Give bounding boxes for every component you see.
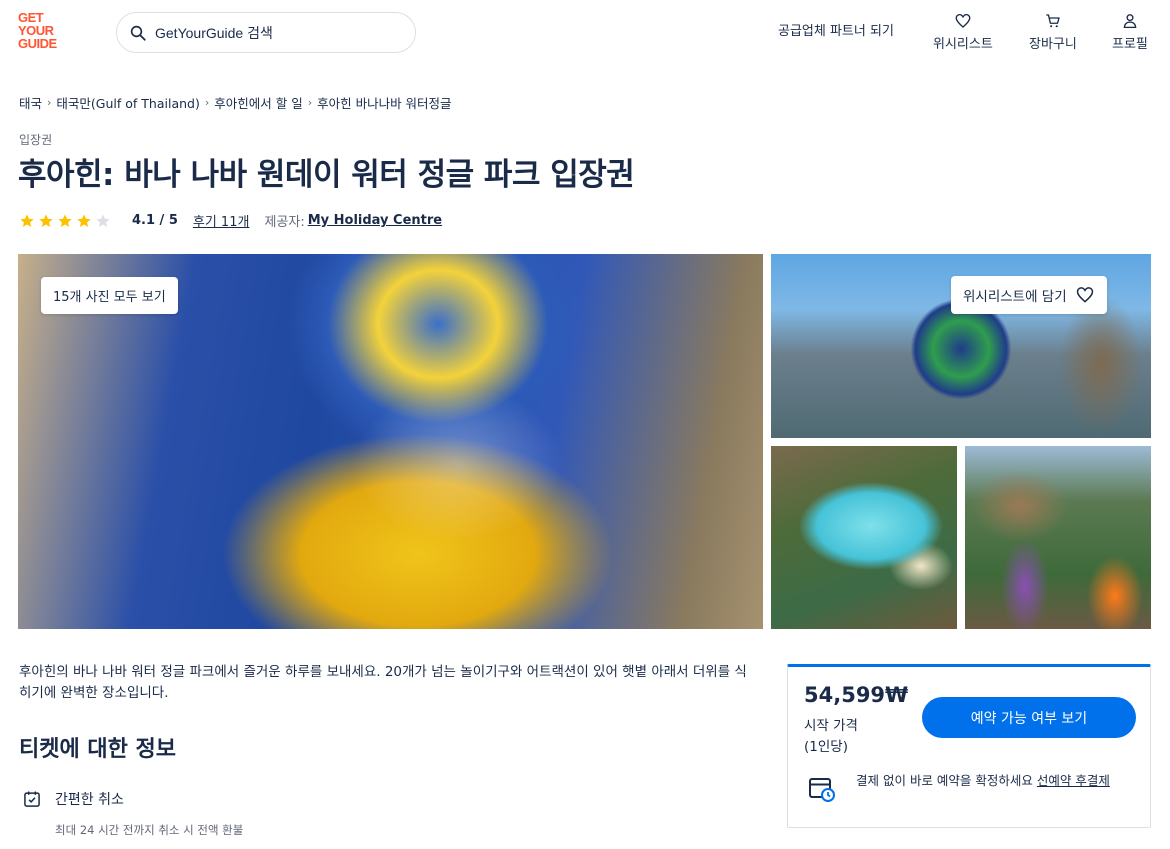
cart-icon: [1046, 14, 1060, 28]
star-full-icon: [58, 213, 72, 227]
reserve-now-text: 결제 없이 바로 예약을 확정하세요: [856, 773, 1033, 788]
breadcrumb-separator-icon: ›: [307, 96, 313, 109]
check-availability-button[interactable]: 예약 가능 여부 보기: [922, 697, 1136, 738]
feature-label: 간편한 취소: [55, 792, 124, 808]
feature-sub-text: 최대 24 시간 전까지 취소 시 전액 환불: [55, 823, 244, 837]
add-to-wishlist-label: 위시리스트에 담기: [963, 289, 1067, 305]
star-rating: [19, 213, 114, 229]
heart-icon: [1076, 287, 1093, 303]
nav-wishlist[interactable]: 위시리스트: [933, 12, 993, 52]
breadcrumb: 태국 › 태국만(Gulf of Thailand) › 후아힌에서 할 일 ›…: [19, 93, 452, 112]
reserve-now-note: 결제 없이 바로 예약을 확정하세요 선예약 후결제: [856, 771, 1136, 790]
booking-card: 54,599₩ 시작 가격 (1인당) 예약 가능 여부 보기 결제 없이 바로…: [787, 664, 1151, 828]
breadcrumb-item[interactable]: 태국만(Gulf of Thailand): [56, 93, 199, 112]
add-to-wishlist-button[interactable]: 위시리스트에 담기: [951, 276, 1107, 314]
breadcrumb-separator-icon: ›: [204, 96, 210, 109]
nav-profile-label: 프로필: [1112, 37, 1148, 52]
getyourguide-logo[interactable]: GET YOUR GUIDE: [18, 11, 74, 50]
rating-row: 4.1 / 5 후기 11개 제공자: My Holiday Centre: [19, 211, 442, 230]
breadcrumb-separator-icon: ›: [47, 96, 52, 109]
search-placeholder: GetYourGuide 검색: [155, 24, 273, 41]
view-all-photos-button[interactable]: 15개 사진 모두 보기: [41, 277, 178, 314]
site-header: GET YOUR GUIDE GetYourGuide 검색 공급업체 파트너 …: [0, 0, 1170, 66]
search-input[interactable]: GetYourGuide 검색: [116, 12, 416, 53]
product-description: 후아힌의 바나 나바 워터 정글 파크에서 즐거운 하루를 보내세요. 20개가…: [19, 664, 747, 701]
provider-link[interactable]: My Holiday Centre: [308, 213, 442, 228]
heart-icon: [955, 13, 971, 28]
nav-cart-label: 장바구니: [1029, 37, 1077, 52]
star-full-icon: [39, 213, 53, 227]
photo-tube-slides[interactable]: [965, 446, 1151, 629]
star-full-icon: [77, 213, 91, 227]
profile-icon: [1123, 14, 1137, 29]
star-empty-icon: [96, 213, 110, 227]
supplier-partner-link[interactable]: 공급업체 파트너 되기: [778, 20, 894, 39]
breadcrumb-item[interactable]: 후아힌에서 할 일: [214, 93, 302, 112]
breadcrumb-item[interactable]: 후아힌 바나나바 워터정글: [317, 93, 451, 112]
rating-value: 4.1 / 5: [132, 213, 178, 228]
ticket-info-title: 티켓에 대한 정보: [19, 737, 176, 762]
nav-profile[interactable]: 프로필: [1112, 12, 1148, 52]
product-category: 입장권: [19, 133, 53, 147]
provider-label: 제공자:: [264, 215, 305, 230]
price-per-person: (1인당): [804, 739, 848, 755]
price-value: 54,599₩: [804, 683, 909, 707]
calendar-check-icon: [24, 791, 40, 807]
star-full-icon: [20, 213, 34, 227]
search-icon: [130, 25, 146, 41]
nav-wishlist-label: 위시리스트: [933, 37, 993, 52]
feature-free-cancellation: 간편한 취소: [22, 789, 124, 809]
reserve-now-link[interactable]: 선예약 후결제: [1037, 773, 1110, 788]
page-title: 후아힌: 바나 나바 원데이 워터 정글 파크 입장권: [18, 157, 635, 193]
price-label: 시작 가격: [804, 718, 858, 734]
nav-cart[interactable]: 장바구니: [1029, 12, 1077, 52]
calendar-clock-icon: [809, 778, 835, 802]
photo-wave-pool[interactable]: [771, 446, 957, 629]
logo-line-3: GUIDE: [18, 36, 57, 51]
breadcrumb-item[interactable]: 태국: [19, 93, 42, 112]
reviews-link[interactable]: 후기 11개: [193, 211, 250, 230]
